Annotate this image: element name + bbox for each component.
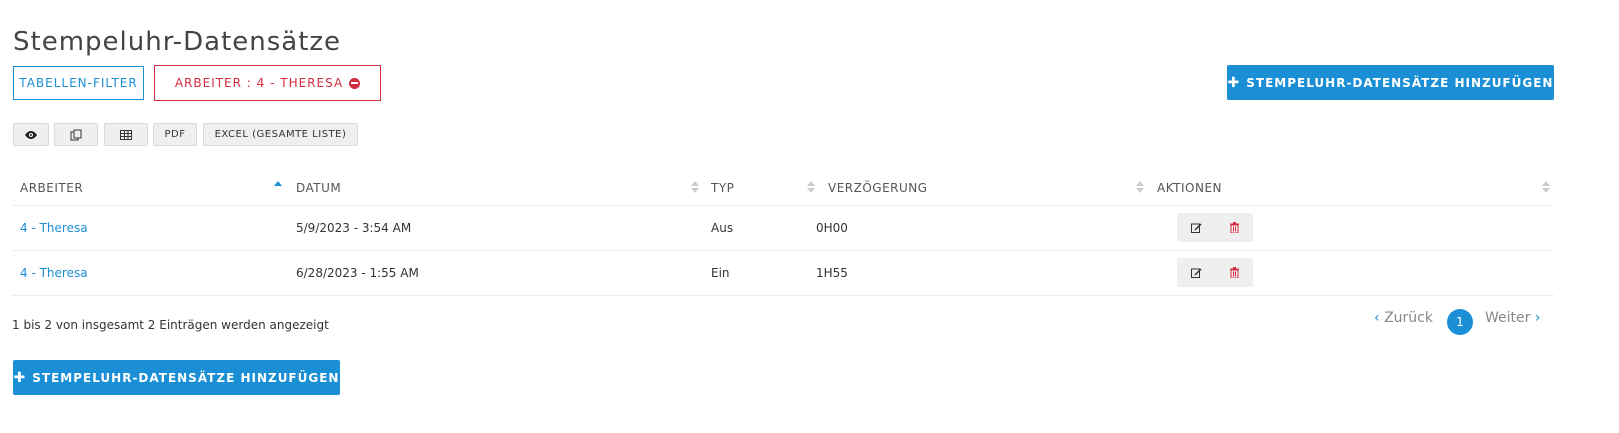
next-page-label: Weiter	[1485, 310, 1531, 326]
prev-page-link[interactable]: ‹ Zurück	[1374, 310, 1433, 326]
chevron-left-icon: ‹	[1374, 310, 1380, 326]
delay-cell: 1H55	[816, 266, 848, 280]
edit-button[interactable]	[1177, 258, 1215, 287]
column-header-type[interactable]: TYP	[711, 181, 734, 195]
copy-icon	[70, 129, 82, 140]
table-header: ARBEITER DATUM TYP VERZÖGERUNG AKTIONEN	[12, 170, 1554, 206]
edit-icon	[1190, 223, 1201, 233]
chevron-right-icon: ›	[1534, 310, 1541, 326]
pdf-button[interactable]: PDF	[153, 123, 197, 146]
page-1-button[interactable]: 1	[1447, 309, 1473, 335]
active-filter-button[interactable]: ARBEITER : 4 - THERESA	[154, 65, 381, 101]
table-icon	[120, 129, 132, 140]
sort-icon[interactable]	[1136, 180, 1144, 194]
excel-label: EXCEL (GESAMTE LISTE)	[214, 129, 347, 140]
worker-link[interactable]: 4 - Theresa	[20, 266, 88, 280]
plus-icon: ✚	[1227, 74, 1241, 91]
column-header-delay[interactable]: VERZÖGERUNG	[828, 181, 928, 195]
add-record-label: STEMPELUHR-DATENSÄTZE HINZUFÜGEN	[32, 370, 340, 385]
next-page-link[interactable]: Weiter ›	[1485, 310, 1540, 326]
table-info: 1 bis 2 von insgesamt 2 Einträgen werden…	[12, 318, 329, 332]
remove-filter-icon[interactable]	[349, 77, 361, 89]
worker-link[interactable]: 4 - Theresa	[20, 221, 88, 235]
column-header-actions: AKTIONEN	[1157, 181, 1222, 195]
type-cell: Aus	[711, 221, 734, 235]
copy-button[interactable]	[54, 123, 98, 146]
csv-button[interactable]	[104, 123, 148, 146]
column-header-worker[interactable]: ARBEITER	[20, 181, 83, 195]
plus-icon: ✚	[13, 369, 27, 386]
delete-button[interactable]	[1215, 213, 1253, 242]
row-actions	[1177, 213, 1253, 242]
add-record-button[interactable]: ✚ STEMPELUHR-DATENSÄTZE HINZUFÜGEN	[1227, 65, 1554, 100]
page-number: 1	[1456, 315, 1464, 329]
prev-page-label: Zurück	[1384, 310, 1433, 326]
sort-icon[interactable]	[807, 180, 815, 194]
type-cell: Ein	[711, 266, 730, 280]
column-header-date[interactable]: DATUM	[296, 181, 341, 195]
date-cell: 5/9/2023 - 3:54 AM	[296, 221, 412, 235]
trash-icon	[1229, 222, 1239, 233]
date-cell: 6/28/2023 - 1:55 AM	[296, 266, 419, 280]
sort-asc-icon[interactable]	[274, 180, 282, 194]
edit-button[interactable]	[1177, 213, 1215, 242]
sort-icon[interactable]	[1542, 180, 1550, 194]
sort-icon[interactable]	[691, 180, 699, 194]
delete-button[interactable]	[1215, 258, 1253, 287]
excel-button[interactable]: EXCEL (GESAMTE LISTE)	[203, 123, 358, 146]
view-button[interactable]	[13, 123, 49, 146]
trash-icon	[1229, 267, 1239, 278]
table-filter-label: TABELLEN-FILTER	[19, 76, 138, 90]
table-row: 4 - Theresa 5/9/2023 - 3:54 AM Aus 0H00	[12, 206, 1554, 251]
page-title: Stempeluhr-Datensätze	[13, 27, 342, 58]
pdf-label: PDF	[164, 129, 186, 140]
eye-icon	[25, 130, 37, 139]
edit-icon	[1190, 268, 1201, 278]
add-record-label: STEMPELUHR-DATENSÄTZE HINZUFÜGEN	[1246, 75, 1554, 90]
active-filter-label: ARBEITER : 4 - THERESA	[174, 76, 344, 90]
add-record-button-bottom[interactable]: ✚ STEMPELUHR-DATENSÄTZE HINZUFÜGEN	[13, 360, 340, 395]
table-row: 4 - Theresa 6/28/2023 - 1:55 AM Ein 1H55	[12, 251, 1554, 296]
row-actions	[1177, 258, 1253, 287]
table-filter-button[interactable]: TABELLEN-FILTER	[13, 66, 144, 100]
delay-cell: 0H00	[816, 221, 848, 235]
